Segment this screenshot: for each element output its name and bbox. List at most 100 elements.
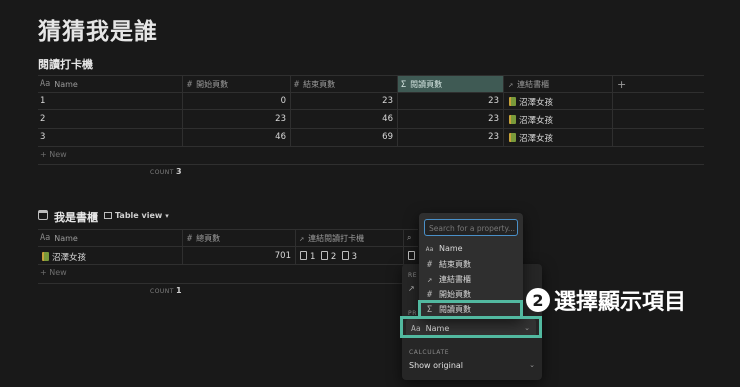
calculate-select[interactable]: Show original ⌄ bbox=[409, 361, 537, 370]
divider bbox=[38, 283, 418, 284]
col-header-name[interactable]: Aa Name bbox=[40, 79, 78, 89]
col-label: Name bbox=[54, 233, 78, 243]
db1-count[interactable]: COUNT 3 bbox=[150, 167, 182, 176]
highlight-box-property-select bbox=[400, 316, 542, 338]
book-icon bbox=[42, 252, 49, 261]
divider bbox=[38, 246, 418, 247]
divider bbox=[38, 109, 704, 110]
table-cell-relation[interactable]: 沼澤女孩 bbox=[509, 114, 553, 126]
number-icon: # bbox=[187, 233, 193, 244]
table-cell-relation[interactable]: 1 2 3 bbox=[300, 251, 357, 262]
col-header-end[interactable]: # 結束頁數 bbox=[294, 79, 335, 90]
count-label: COUNT bbox=[150, 288, 174, 295]
divider bbox=[612, 75, 613, 146]
add-column-icon[interactable]: + bbox=[617, 78, 626, 91]
menu-item-name[interactable]: Aa Name bbox=[425, 244, 463, 253]
table-cell-start[interactable]: 46 bbox=[186, 132, 286, 142]
table-row-name[interactable]: 2 bbox=[40, 114, 45, 124]
number-icon: # bbox=[187, 79, 193, 90]
divider bbox=[397, 75, 398, 146]
col-label: Name bbox=[54, 79, 78, 89]
menu-item-label: Name bbox=[439, 244, 463, 253]
relation-label: 沼澤女孩 bbox=[519, 116, 554, 126]
col-label: 閱讀頁數 bbox=[410, 80, 443, 89]
chevron-down-icon: ⌄ bbox=[529, 361, 535, 369]
page-icon bbox=[320, 251, 328, 260]
view-label: Table view bbox=[115, 211, 163, 220]
calculate-select-value: Show original bbox=[409, 361, 464, 370]
menu-item-end-pages[interactable]: # 結束頁數 bbox=[425, 259, 471, 270]
divider bbox=[38, 229, 418, 230]
table-icon bbox=[38, 210, 48, 220]
number-icon: # bbox=[426, 289, 433, 300]
table-row-name[interactable]: 3 bbox=[40, 132, 45, 142]
divider bbox=[38, 128, 704, 129]
view-selector[interactable]: Table view ▾ bbox=[104, 211, 169, 220]
text-icon: Aa bbox=[40, 79, 51, 89]
relation-arrow-icon: ↗ bbox=[426, 274, 433, 285]
formula-icon: Σ bbox=[401, 79, 407, 90]
db2-new-row-button[interactable]: + New bbox=[40, 268, 67, 277]
page-icon bbox=[408, 251, 418, 262]
annotation-label: 2 選擇顯示項目 bbox=[526, 284, 686, 316]
count-value: 1 bbox=[175, 286, 183, 295]
table-cell-read[interactable]: 23 bbox=[401, 96, 499, 106]
col-header-start[interactable]: # 開始頁數 bbox=[187, 79, 228, 90]
relation-link: 1 bbox=[310, 252, 316, 262]
count-value: 3 bbox=[175, 167, 183, 176]
calculate-label: CALCULATE bbox=[409, 349, 450, 356]
col-header-relation[interactable]: ↗ 連結閱讀打卡機 bbox=[299, 233, 364, 244]
divider bbox=[38, 75, 704, 76]
menu-item-label: 結束頁數 bbox=[439, 260, 471, 269]
db2-count[interactable]: COUNT 1 bbox=[150, 286, 182, 295]
menu-item-label: 連結書櫃 bbox=[439, 275, 471, 284]
number-icon: # bbox=[426, 259, 433, 270]
relation-label: 沼澤女孩 bbox=[519, 98, 554, 108]
step-number-badge: 2 bbox=[526, 288, 550, 312]
table-cell-end[interactable]: 46 bbox=[294, 114, 393, 124]
book-icon bbox=[509, 133, 516, 142]
menu-item-label: 開始頁數 bbox=[439, 290, 471, 299]
page-title: 猜猜我是誰 bbox=[38, 19, 158, 45]
property-search-input[interactable]: Search for a property... bbox=[424, 219, 518, 236]
relation-link: 2 bbox=[330, 252, 337, 262]
col-label: 結束頁數 bbox=[303, 80, 336, 89]
table-cell-relation[interactable]: 沼澤女孩 bbox=[509, 96, 553, 108]
page-icon bbox=[341, 251, 349, 260]
relation-link: 3 bbox=[351, 252, 358, 262]
chevron-down-icon: ▾ bbox=[165, 211, 169, 220]
table-cell-start[interactable]: 0 bbox=[186, 96, 286, 106]
relation-arrow-icon: ↗ bbox=[408, 284, 415, 293]
table-cell-read[interactable]: 23 bbox=[401, 114, 499, 124]
table-row-name[interactable]: 1 bbox=[40, 96, 45, 106]
table-cell-start[interactable]: 23 bbox=[186, 114, 286, 124]
divider bbox=[38, 92, 704, 93]
menu-item-start-pages[interactable]: # 開始頁數 bbox=[425, 289, 471, 300]
db1-new-row-button[interactable]: + New bbox=[40, 150, 67, 159]
text-icon: Aa bbox=[425, 244, 434, 253]
divider bbox=[403, 229, 404, 264]
search-icon[interactable]: ⌕ bbox=[407, 233, 411, 243]
book-icon bbox=[509, 115, 516, 124]
db1-title[interactable]: 閱讀打卡機 bbox=[38, 56, 93, 72]
row-name-label: 沼澤女孩 bbox=[52, 253, 87, 263]
col-header-read[interactable]: Σ 閱讀頁數 bbox=[401, 79, 442, 90]
relation-label: 沼澤女孩 bbox=[519, 134, 554, 144]
table-cell-end[interactable]: 23 bbox=[294, 96, 393, 106]
col-label: 連結閱讀打卡機 bbox=[308, 234, 365, 243]
db2-title[interactable]: 我是書櫃 bbox=[54, 209, 98, 225]
panel-section-label: RE bbox=[408, 272, 418, 279]
relation-arrow-icon: ↗ bbox=[508, 79, 514, 90]
table-row-name[interactable]: 沼澤女孩 bbox=[42, 251, 86, 263]
table-cell-read[interactable]: 23 bbox=[401, 132, 499, 142]
col-label: 開始頁數 bbox=[196, 80, 229, 89]
divider bbox=[503, 75, 504, 146]
menu-item-relation[interactable]: ↗ 連結書櫃 bbox=[425, 274, 471, 285]
col-header-relation[interactable]: ↗ 連結書櫃 bbox=[508, 79, 549, 90]
col-header-name[interactable]: Aa Name bbox=[40, 233, 78, 243]
table-cell-total[interactable]: 701 bbox=[186, 251, 291, 261]
col-header-total[interactable]: # 總頁數 bbox=[187, 233, 220, 244]
divider bbox=[182, 229, 183, 264]
table-cell-relation[interactable]: 沼澤女孩 bbox=[509, 132, 553, 144]
table-cell-end[interactable]: 69 bbox=[294, 132, 393, 142]
